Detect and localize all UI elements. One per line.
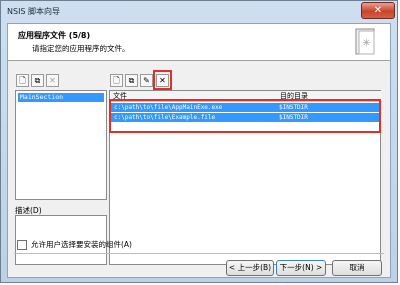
- wizard-book-icon: ✳: [355, 28, 375, 55]
- delete-section-icon[interactable]: ✕: [46, 74, 59, 87]
- wizard-header: 应用程序文件 (5/8) 请指定您的应用程序的文件。 ✳: [8, 24, 390, 61]
- button-divider: [14, 253, 384, 254]
- add-file-icon[interactable]: 🗋: [110, 74, 123, 87]
- svg-text:✳: ✳: [362, 38, 370, 49]
- list-item[interactable]: MainSection: [18, 93, 104, 102]
- wizard-window: NSIS 脚本向导 ✕ 应用程序文件 (5/8) 请指定您的应用程序的文件。 ✳…: [0, 0, 398, 283]
- cancel-button[interactable]: 取消: [332, 260, 382, 276]
- section-list[interactable]: MainSection: [15, 90, 107, 200]
- files-highlight-box: [109, 99, 381, 133]
- page-subtitle: 请指定您的应用程序的文件。: [32, 44, 130, 53]
- back-button[interactable]: < 上一步(B): [226, 260, 274, 276]
- checkbox-box[interactable]: [17, 240, 27, 250]
- checkbox-label: 允许用户选择要安装的组件(A): [31, 240, 132, 249]
- new-subsection-icon[interactable]: ⧉: [31, 74, 44, 87]
- window-title: NSIS 脚本向导: [7, 7, 61, 16]
- wizard-client-area: 应用程序文件 (5/8) 请指定您的应用程序的文件。 ✳ 🗋 ⧉ ✕ MainS…: [7, 23, 391, 278]
- new-section-icon[interactable]: 🗋: [16, 74, 29, 87]
- delete-highlight-box: [153, 70, 172, 90]
- close-button[interactable]: ✕: [361, 2, 395, 19]
- next-button[interactable]: 下一步(N) >: [276, 260, 326, 276]
- edit-file-icon[interactable]: ✎: [140, 74, 153, 87]
- add-directory-icon[interactable]: ⧉: [125, 74, 138, 87]
- allow-components-checkbox[interactable]: 允许用户选择要安装的组件(A): [17, 239, 132, 250]
- title-bar: NSIS 脚本向导 ✕: [1, 1, 399, 23]
- page-title: 应用程序文件 (5/8): [18, 31, 91, 40]
